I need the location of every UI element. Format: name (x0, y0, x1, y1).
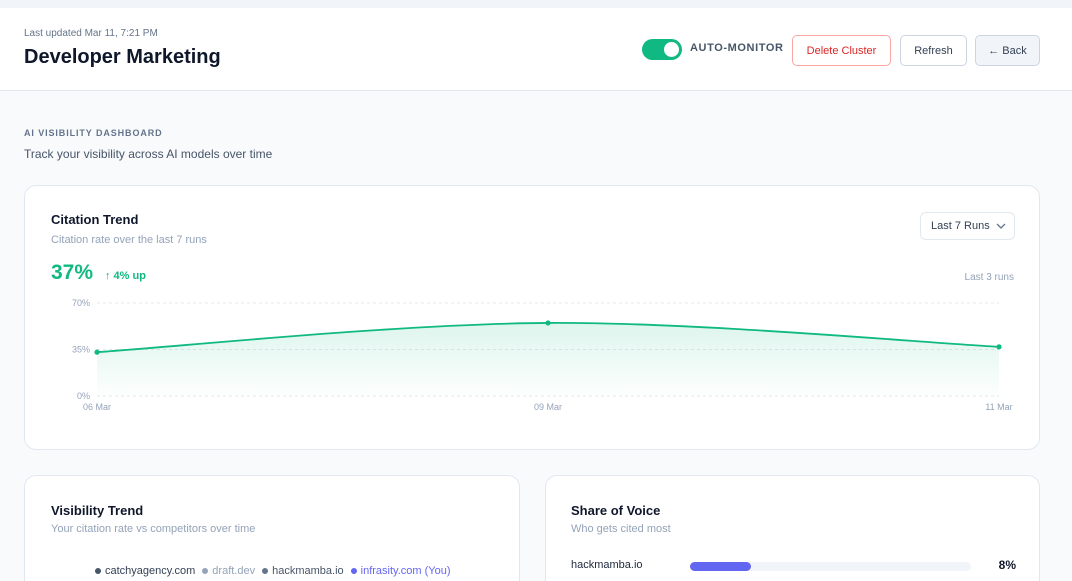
auto-monitor-label: AUTO-MONITOR (690, 42, 784, 54)
legend-label: catchyagency.com (105, 565, 196, 577)
visibility-legend: catchyagency.com draft.dev hackmamba.io … (95, 565, 451, 577)
share-of-voice-title: Share of Voice (571, 503, 661, 518)
last-updated-text: Last updated Mar 11, 7:21 PM (24, 28, 158, 39)
delete-cluster-button[interactable]: Delete Cluster (792, 35, 891, 66)
refresh-button[interactable]: Refresh (900, 35, 967, 66)
sov-percent: 8% (998, 558, 1016, 572)
legend-label: infrasity.com (You) (360, 565, 451, 577)
page-title: Developer Marketing (24, 46, 221, 68)
data-point[interactable] (545, 320, 551, 326)
x-tick-label: 09 Mar (534, 402, 562, 412)
toggle-knob (664, 42, 679, 57)
legend-dot (95, 568, 101, 574)
section-label: AI VISIBILITY DASHBOARD (24, 128, 163, 138)
legend-item[interactable]: draft.dev (202, 565, 255, 577)
sov-bar-fill (690, 562, 751, 571)
share-of-voice-subtitle: Who gets cited most (571, 523, 671, 535)
data-point[interactable] (996, 344, 1002, 350)
citation-trend-card: Citation Trend Citation rate over the la… (24, 185, 1040, 450)
visibility-trend-subtitle: Your citation rate vs competitors over t… (51, 523, 256, 535)
top-strip (0, 0, 1072, 8)
sov-bar-track (690, 562, 971, 571)
sov-row: hackmamba.io 8% (571, 558, 1016, 574)
y-tick-label: 0% (77, 391, 90, 401)
legend-label: draft.dev (212, 565, 256, 577)
area-fill (97, 322, 999, 396)
legend-label: hackmamba.io (272, 565, 344, 577)
section-subtitle: Track your visibility across AI models o… (24, 147, 273, 161)
legend-item[interactable]: hackmamba.io (262, 565, 344, 577)
share-of-voice-card: Share of Voice Who gets cited most hackm… (545, 475, 1040, 581)
auto-monitor-toggle[interactable] (642, 39, 682, 60)
sov-domain: hackmamba.io (571, 559, 643, 571)
legend-dot (350, 568, 357, 574)
legend-item[interactable]: catchyagency.com (95, 565, 195, 577)
data-point[interactable] (94, 349, 100, 355)
visibility-trend-title: Visibility Trend (51, 503, 144, 518)
x-tick-label: 06 Mar (83, 402, 111, 412)
citation-trend-chart: 0% 35% 70% 06 Mar 09 Mar 11 Mar (72, 298, 1013, 412)
back-button[interactable]: ← Back (975, 35, 1040, 66)
y-tick-label: 35% (72, 345, 90, 355)
x-tick-label: 11 Mar (985, 402, 1012, 412)
legend-dot (262, 568, 269, 574)
y-tick-label: 70% (72, 298, 90, 308)
legend-item[interactable]: infrasity.com (You) (350, 565, 451, 577)
legend-dot (202, 568, 209, 574)
visibility-trend-card: Visibility Trend Your citation rate vs c… (24, 475, 520, 581)
page-header: Last updated Mar 11, 7:21 PM Developer M… (0, 8, 1072, 91)
